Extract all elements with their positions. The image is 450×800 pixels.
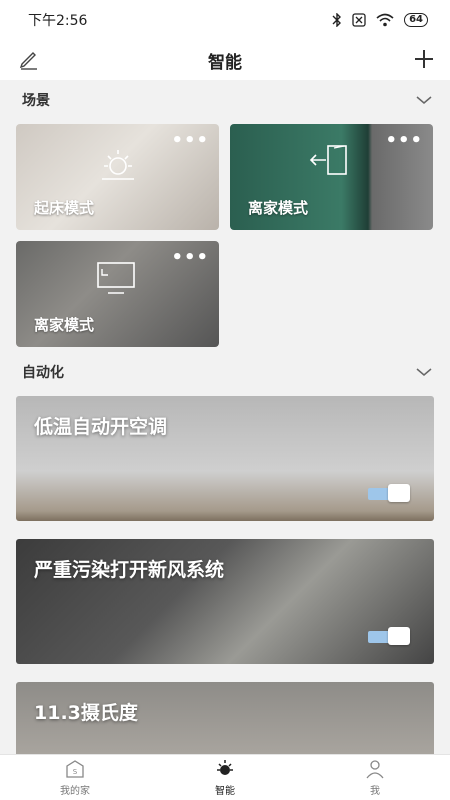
automation-section-label: 自动化 (22, 365, 64, 381)
tab-label: 我 (370, 786, 380, 797)
scene-card-away[interactable]: ••• 离家模式 (230, 124, 433, 230)
tab-label: 我的家 (60, 786, 90, 797)
tab-me[interactable]: 我 (300, 755, 450, 800)
automation-title: 11.3摄氏度 (34, 702, 138, 724)
automation-title: 低温自动开空调 (34, 416, 168, 438)
sun-icon (217, 760, 233, 775)
wifi-icon (376, 13, 394, 27)
bottom-tab-bar: S 我的家 智能 我 (0, 754, 450, 800)
automation-title: 严重污染打开新风系统 (34, 559, 225, 581)
page-title: 智能 (208, 52, 242, 73)
tab-my-home[interactable]: S 我的家 (0, 755, 150, 800)
scene-card-tv[interactable]: ••• 离家模式 (16, 241, 219, 347)
app-bar: 智能 (0, 40, 450, 80)
more-options-icon[interactable]: ••• (385, 130, 423, 151)
scenes-section-header[interactable]: 场景 (0, 82, 450, 118)
person-icon (366, 760, 384, 779)
status-icons: 64 (332, 13, 428, 27)
tv-icon (97, 262, 135, 294)
more-options-icon[interactable]: ••• (171, 130, 209, 151)
chevron-down-icon[interactable] (416, 367, 432, 377)
more-options-icon[interactable]: ••• (171, 247, 209, 268)
scene-card-wakeup[interactable]: ••• 起床模式 (16, 124, 219, 230)
home-icon: S (66, 760, 84, 778)
automation-card-temperature[interactable]: 11.3摄氏度 (16, 682, 434, 754)
battery-indicator: 64 (404, 13, 428, 27)
add-icon[interactable] (412, 47, 436, 71)
scene-name: 离家模式 (248, 199, 309, 217)
tab-smart[interactable]: 智能 (150, 755, 300, 800)
scenes-section-label: 场景 (22, 93, 50, 109)
scene-name: 起床模式 (34, 199, 95, 217)
automation-toggle[interactable] (368, 484, 410, 502)
toggle-knob (388, 484, 410, 502)
automation-toggle[interactable] (368, 627, 410, 645)
automation-card-low-temp[interactable]: 低温自动开空调 (16, 396, 434, 521)
status-time: 下午2:56 (28, 13, 88, 29)
automation-card-pollution[interactable]: 严重污染打开新风系统 (16, 539, 434, 664)
exit-door-icon (309, 145, 347, 175)
chevron-down-icon[interactable] (416, 95, 432, 105)
edit-icon[interactable] (18, 48, 40, 70)
automation-section-header[interactable]: 自动化 (0, 354, 450, 390)
status-bar: 下午2:56 64 (0, 0, 450, 40)
toggle-knob (388, 627, 410, 645)
scene-name: 离家模式 (34, 316, 95, 334)
tab-label: 智能 (215, 786, 235, 797)
sun-icon (102, 150, 134, 180)
bluetooth-icon (332, 13, 342, 27)
svg-text:S: S (73, 768, 78, 776)
sim-icon (352, 13, 366, 27)
